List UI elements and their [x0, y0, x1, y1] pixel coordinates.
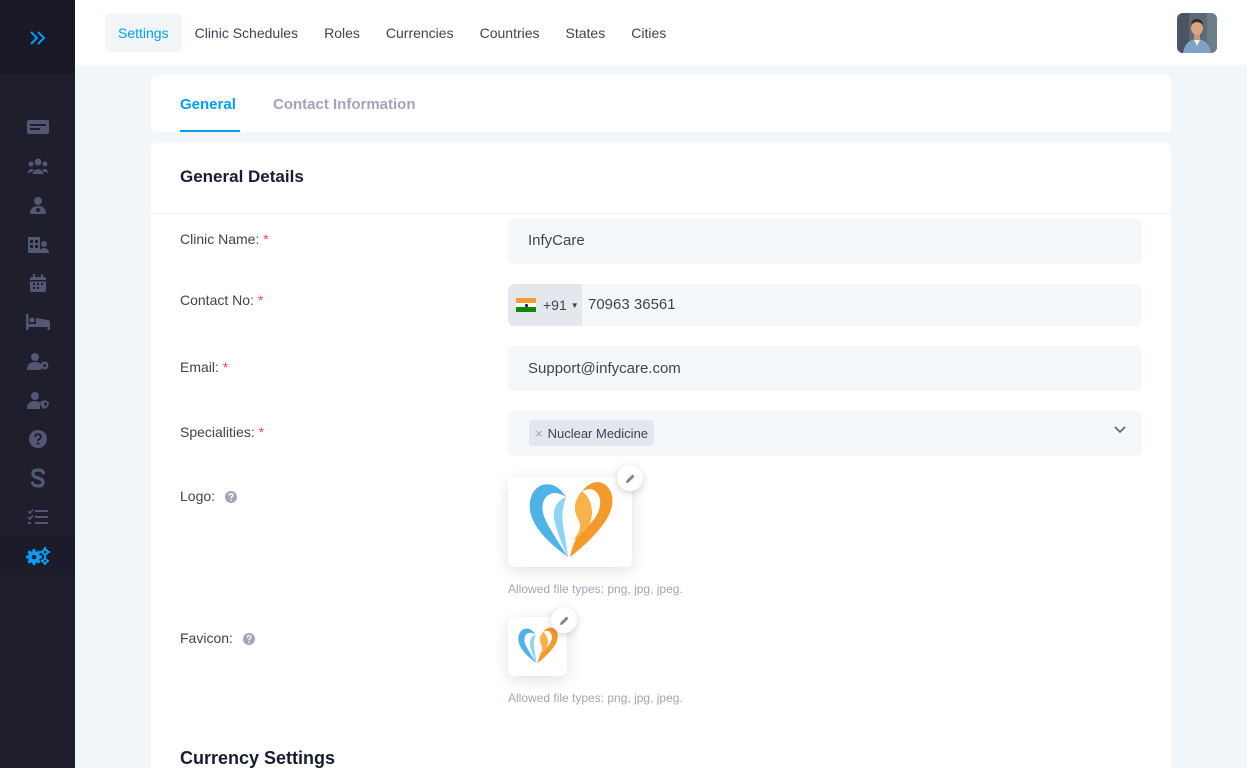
- clinic-name-label: Clinic Name:: [180, 231, 260, 247]
- settings-tabs: Settings Clinic Schedules Roles Currenci…: [105, 13, 679, 52]
- chevron-down-icon[interactable]: [1114, 426, 1126, 434]
- favicon-file-hint: Allowed file types: png, jpg, jpeg.: [508, 691, 683, 705]
- dollar-s-icon: [30, 467, 45, 488]
- dial-code: +91: [543, 297, 567, 313]
- settings-cogs-icon: [25, 546, 50, 565]
- calendar-icon: [29, 273, 46, 292]
- india-flag-icon: [516, 298, 536, 313]
- email-label-row: Email: *: [180, 359, 228, 375]
- edit-favicon-button[interactable]: [551, 607, 577, 633]
- doctor-icon: [29, 196, 46, 214]
- specialities-select[interactable]: × Nuclear Medicine: [508, 411, 1142, 456]
- specialities-label: Specialities:: [180, 424, 255, 440]
- user-avatar-image: [1177, 13, 1217, 53]
- tab-cities[interactable]: Cities: [618, 13, 679, 52]
- contact-phone-input[interactable]: +91 ▼ 70963 36561: [508, 284, 1142, 326]
- tab-countries[interactable]: Countries: [467, 13, 553, 52]
- sidebar-toggle[interactable]: [0, 0, 75, 75]
- avatar[interactable]: [1177, 13, 1217, 53]
- pencil-icon: [559, 616, 568, 625]
- tab-currencies[interactable]: Currencies: [373, 13, 467, 52]
- logo-file-hint: Allowed file types: png, jpg, jpeg.: [508, 582, 683, 596]
- clinic-name-label-row: Clinic Name: *: [180, 231, 269, 247]
- clinic-name-value: InfyCare: [528, 232, 585, 249]
- question-circle-icon[interactable]: [242, 633, 255, 645]
- logo-preview: [508, 477, 632, 567]
- tab-general[interactable]: General: [180, 96, 236, 113]
- contact-number-value: 70963 36561: [588, 296, 676, 313]
- tab-contact-information[interactable]: Contact Information: [273, 96, 416, 113]
- question-circle-icon[interactable]: [224, 491, 237, 503]
- sidebar-item-appointments[interactable]: [0, 263, 75, 302]
- remove-tag-icon[interactable]: ×: [535, 426, 543, 441]
- sidebar-item-settings[interactable]: [0, 536, 75, 575]
- sidebar-item-transactions[interactable]: [0, 458, 75, 497]
- sidebar-item-reports[interactable]: [0, 497, 75, 536]
- sidebar-item-enquiries[interactable]: [0, 419, 75, 458]
- user-settings-icon: [26, 352, 48, 370]
- sidebar-item-doctors[interactable]: [0, 185, 75, 224]
- sidebar-nav: [0, 75, 75, 575]
- caret-down-icon: ▼: [570, 300, 579, 310]
- sidebar: [0, 0, 75, 768]
- sidebar-item-dashboard[interactable]: [0, 107, 75, 146]
- sidebar-item-staff[interactable]: [0, 341, 75, 380]
- contact-label-row: Contact No: *: [180, 292, 263, 308]
- email-input[interactable]: Support@infycare.com: [508, 346, 1142, 391]
- currency-settings-title: Currency Settings: [180, 748, 336, 768]
- question-circle-icon: [28, 429, 47, 448]
- speciality-tag: × Nuclear Medicine: [529, 420, 655, 446]
- required-asterisk: *: [263, 231, 269, 247]
- double-chevron-right-icon[interactable]: [29, 30, 47, 46]
- card-title: General Details: [180, 167, 304, 186]
- active-tab-indicator: [180, 130, 240, 132]
- required-asterisk: *: [222, 359, 229, 375]
- sidebar-item-visits[interactable]: [0, 302, 75, 341]
- specialities-label-row: Specialities: *: [180, 424, 264, 440]
- sidebar-item-patients[interactable]: [0, 380, 75, 419]
- tab-settings[interactable]: Settings: [105, 13, 182, 52]
- user-shield-icon: [26, 391, 49, 409]
- divider: [151, 213, 1171, 214]
- heart-logo-image: [529, 482, 613, 557]
- email-label: Email:: [180, 359, 219, 375]
- task-list-icon: [27, 508, 48, 524]
- top-navbar: Settings Clinic Schedules Roles Currenci…: [75, 0, 1247, 65]
- email-value: Support@infycare.com: [528, 360, 681, 377]
- logo-label-row: Logo:: [180, 488, 237, 504]
- general-details-card: General Details Clinic Name: * InfyCare …: [151, 143, 1171, 768]
- logo-label: Logo:: [180, 488, 216, 504]
- tab-states[interactable]: States: [553, 13, 619, 52]
- required-asterisk: *: [257, 292, 264, 308]
- clinic-name-input[interactable]: InfyCare: [508, 219, 1142, 264]
- favicon-label: Favicon:: [180, 630, 233, 646]
- subtabs-card: General Contact Information: [151, 75, 1171, 132]
- sidebar-item-clinics[interactable]: [0, 224, 75, 263]
- edit-logo-button[interactable]: [617, 465, 643, 491]
- pencil-icon: [625, 474, 634, 483]
- dashboard-icon: [26, 119, 49, 134]
- sidebar-item-users[interactable]: [0, 146, 75, 185]
- speciality-tag-label: Nuclear Medicine: [547, 425, 649, 441]
- tab-roles[interactable]: Roles: [311, 13, 373, 52]
- bed-icon: [25, 313, 50, 330]
- contact-label: Contact No:: [180, 292, 254, 308]
- required-asterisk: *: [258, 424, 265, 440]
- users-icon: [26, 158, 49, 174]
- clinic-building-icon: [27, 236, 49, 253]
- favicon-label-row: Favicon:: [180, 630, 255, 646]
- country-code-dropdown[interactable]: +91 ▼: [508, 284, 582, 326]
- tab-clinic-schedules[interactable]: Clinic Schedules: [182, 13, 312, 52]
